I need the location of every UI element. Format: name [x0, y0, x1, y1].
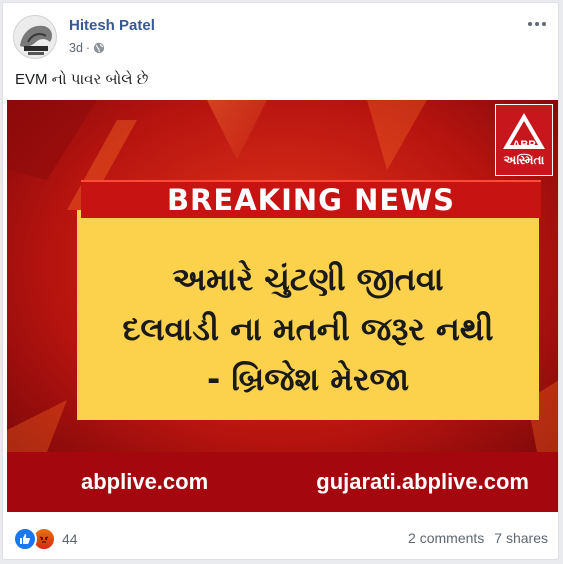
like-reaction-icon	[13, 527, 37, 551]
quote-line-2: દલવાડી ના મતની જરૂર નથી	[122, 310, 494, 348]
more-dot	[535, 22, 539, 26]
footer-url-right: gujarati.abplive.com	[316, 469, 529, 494]
engagement-stats: 2 comments 7 shares	[408, 530, 548, 546]
quote-banner: અમારે ચુંટણી જીતવા દલવાડી ના મતની જરૂર ન…	[77, 210, 539, 420]
abp-channel-sub: અસ્મિતા	[503, 153, 545, 167]
breaking-news-label: BREAKING NEWS	[166, 183, 456, 217]
post-text: EVM નો પાવર બોલે છે	[15, 71, 149, 88]
dot-separator: ·	[85, 41, 91, 55]
shares-count[interactable]: 7 shares	[494, 530, 548, 546]
quote-line-3: - બ્રિજેશ મેરજા	[206, 360, 410, 398]
abp-channel-logo: ABP અસ્મિતા	[495, 104, 553, 176]
more-dot	[542, 22, 546, 26]
abp-logo-text: ABP	[512, 139, 536, 151]
breaking-news-bar: BREAKING NEWS	[81, 180, 541, 218]
reaction-count: 44	[62, 531, 78, 547]
more-dot	[528, 22, 532, 26]
footer-url-left: abplive.com	[81, 469, 209, 494]
comments-count[interactable]: 2 comments	[408, 530, 484, 546]
reactions-summary[interactable]: 44	[13, 527, 78, 551]
author-name[interactable]: Hitesh Patel	[69, 17, 155, 34]
quote-line-1: અમારે ચુંટણી જીતવા	[172, 260, 444, 298]
post-image[interactable]: ABP અસ્મિતા અમારે ચુંટણી જીતવા દલવાડી ના…	[7, 100, 558, 512]
post-card: Hitesh Patel 3d · EVM નો પાવર બોલે છે AB…	[2, 2, 559, 560]
avatar[interactable]	[13, 15, 57, 59]
post-time[interactable]: 3d	[69, 41, 83, 55]
post-meta: 3d ·	[69, 41, 105, 55]
news-footer-bar: abplive.com gujarati.abplive.com	[7, 452, 558, 512]
more-options-icon[interactable]	[526, 17, 548, 31]
globe-icon[interactable]	[93, 42, 105, 54]
